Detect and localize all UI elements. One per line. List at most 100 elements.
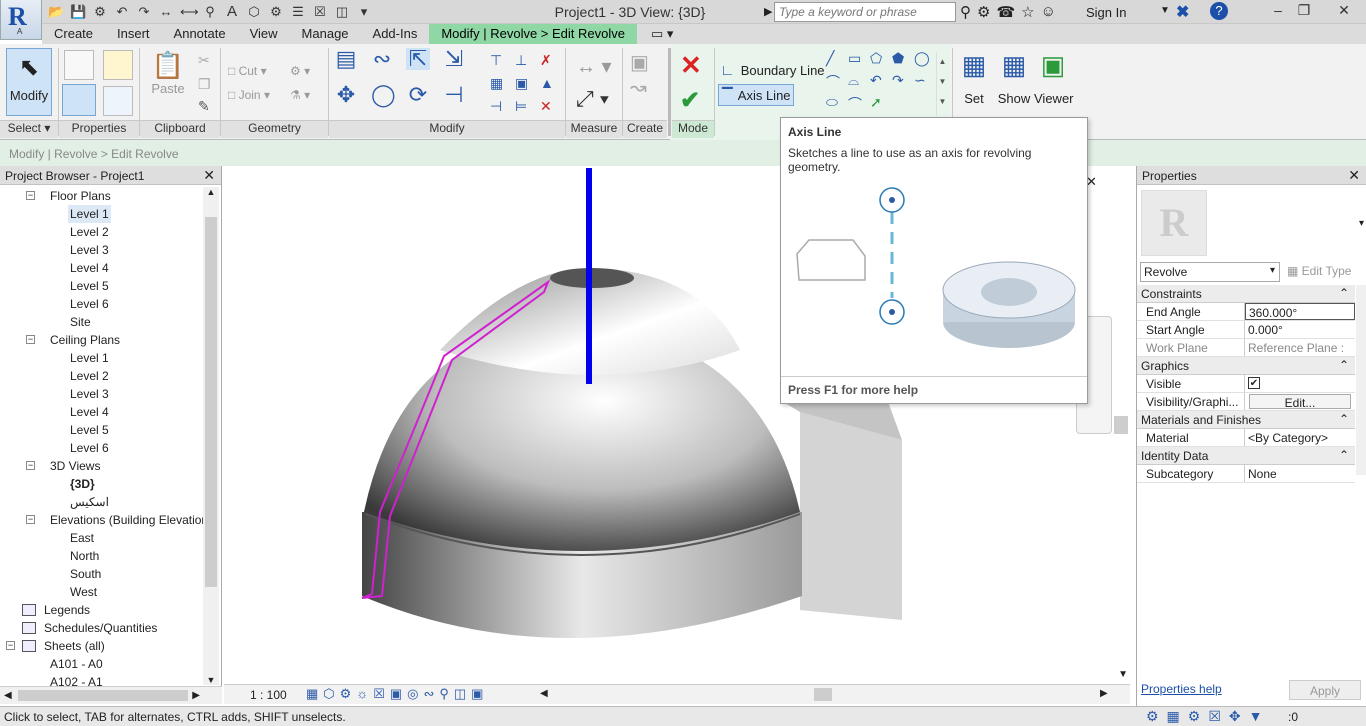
collapse-toggle-icon[interactable]: −: [6, 641, 15, 650]
align-icon[interactable]: ▤: [334, 48, 358, 70]
property-value[interactable]: 360.000°: [1245, 303, 1355, 320]
show-work-plane-button[interactable]: ▦ Show: [996, 50, 1032, 106]
rotate-icon[interactable]: ⟳: [406, 84, 430, 106]
split-with-gap-icon[interactable]: ⊥: [515, 52, 540, 75]
collapse-toggle-icon[interactable]: −: [26, 461, 35, 470]
tab-annotate[interactable]: Annotate: [162, 24, 238, 44]
fillet-arc-icon[interactable]: ↷: [892, 72, 914, 94]
chevron-down-icon[interactable]: ▾: [1359, 218, 1364, 229]
scroll-up-icon[interactable]: ▲: [203, 187, 219, 197]
circumscribed-polygon-icon[interactable]: ⬟: [892, 50, 914, 72]
collapse-icon[interactable]: ⌃: [1339, 286, 1349, 300]
apply-button[interactable]: Apply: [1289, 680, 1361, 700]
partial-ellipse-icon[interactable]: ⌒: [848, 94, 870, 116]
tab-view[interactable]: View: [238, 24, 290, 44]
delete-icon[interactable]: ✕: [540, 98, 565, 121]
cut-icon[interactable]: ✂: [198, 52, 210, 69]
sync-icon[interactable]: ⚙: [92, 4, 108, 20]
collapse-toggle-icon[interactable]: −: [26, 335, 35, 344]
tab-insert[interactable]: Insert: [105, 24, 162, 44]
redo-icon[interactable]: ↷: [136, 4, 152, 20]
type-properties-icon[interactable]: [64, 50, 94, 80]
property-group-header[interactable]: Materials and Finishes ⌃: [1137, 411, 1355, 429]
property-value[interactable]: ✔: [1245, 375, 1355, 392]
close-icon[interactable]: ✕: [1348, 167, 1360, 184]
sign-in-button[interactable]: Sign In: [1086, 5, 1126, 20]
tree-item[interactable]: {3D}: [0, 475, 203, 493]
property-group-header[interactable]: Identity Data ⌃: [1137, 447, 1355, 465]
property-value[interactable]: Reference Plane : ...: [1245, 339, 1355, 369]
tree-item[interactable]: South: [0, 565, 203, 583]
property-value[interactable]: None: [1245, 465, 1355, 482]
panel-select[interactable]: Select ▾: [0, 120, 58, 138]
copy-icon[interactable]: ❐: [198, 76, 211, 93]
dimension-icon[interactable]: ⟷: [180, 4, 199, 20]
hscroll-thumb[interactable]: [814, 688, 832, 701]
set-work-plane-button[interactable]: ▦ Set: [958, 50, 990, 106]
property-value[interactable]: <By Category>: [1245, 429, 1355, 446]
scroll-right-icon[interactable]: ▶: [1100, 688, 1108, 699]
scroll-left-icon[interactable]: ◀: [540, 688, 548, 699]
tree-item[interactable]: Level 1: [0, 205, 203, 223]
category-params-icon[interactable]: [103, 86, 133, 116]
boundary-line-button[interactable]: ∟ Boundary Line: [720, 60, 825, 80]
selection-options-icons[interactable]: ⚙▦⚙☒✥▼: [1146, 708, 1270, 725]
close-hidden-icon[interactable]: ☒: [312, 4, 328, 20]
view-scroll-thumb[interactable]: [1114, 416, 1128, 434]
tree-item[interactable]: − Ceiling Plans: [0, 331, 203, 349]
tree-item[interactable]: − Elevations (Building Elevation: [0, 511, 203, 529]
properties-scrollbar[interactable]: [1356, 285, 1366, 475]
trim-multiple-icon[interactable]: ⊣: [490, 98, 515, 121]
subscription-icon[interactable]: ⚙: [977, 3, 990, 21]
ribbon-toggle-icon[interactable]: ▭ ▾: [637, 24, 687, 44]
collapse-icon[interactable]: ⌃: [1339, 412, 1349, 426]
exchange-icon[interactable]: ✖: [1176, 2, 1189, 22]
tree-item[interactable]: Level 3: [0, 385, 203, 403]
tree-item[interactable]: A102 - A1: [0, 673, 203, 686]
communication-icon[interactable]: ☎: [996, 3, 1015, 21]
minimize-button[interactable]: –: [1264, 2, 1292, 20]
paste-button[interactable]: 📋 Paste: [150, 50, 186, 110]
undo-icon[interactable]: ↶: [114, 4, 130, 20]
scroll-down-icon[interactable]: ▼: [203, 675, 219, 685]
thin-lines-icon[interactable]: ☰: [290, 4, 306, 20]
tree-item[interactable]: − Sheets (all): [0, 637, 203, 655]
section-icon[interactable]: ⚙: [268, 4, 284, 20]
line-icon[interactable]: ╱: [826, 50, 848, 72]
application-menu-button[interactable]: RA: [0, 0, 42, 40]
scroll-down-icon[interactable]: ▼: [1118, 669, 1128, 680]
visible-checkbox[interactable]: ✔: [1248, 377, 1260, 389]
viewer-button[interactable]: ▣ Viewer: [1034, 50, 1074, 106]
tree-item[interactable]: Level 5: [0, 277, 203, 295]
tree-item[interactable]: Level 2: [0, 367, 203, 385]
center-arc-icon[interactable]: ⌓: [848, 72, 870, 94]
mirror-draw-axis-icon[interactable]: ⇲: [442, 48, 466, 70]
tree-item[interactable]: اسكيس: [0, 493, 203, 511]
3d-view-icon[interactable]: ⬡: [246, 4, 262, 20]
array-icon[interactable]: ▦: [490, 75, 515, 98]
tag-icon[interactable]: ⚲: [202, 4, 218, 20]
expand-icon[interactable]: ▶: [764, 5, 772, 18]
tree-item[interactable]: Level 6: [0, 439, 203, 457]
create-similar-icon[interactable]: ▣ ↝: [630, 50, 660, 110]
tree-item[interactable]: Level 5: [0, 421, 203, 439]
tree-item[interactable]: − Floor Plans: [0, 187, 203, 205]
finish-edit-mode-button[interactable]: ✔: [680, 86, 700, 115]
join-geometry-button[interactable]: □ Join ▾: [228, 88, 270, 102]
unpin-icon[interactable]: ✗: [540, 52, 565, 75]
copy-element-icon[interactable]: ◯: [370, 84, 396, 106]
cut-geometry-button[interactable]: □ Cut ▾: [228, 64, 267, 78]
measure-icon[interactable]: ↔: [158, 4, 174, 20]
switch-windows-icon[interactable]: ◫: [334, 4, 350, 20]
axis-line-button[interactable]: ▔ Axis Line: [718, 84, 794, 106]
mirror-pick-axis-icon[interactable]: ⇱: [406, 48, 430, 70]
binoculars-icon[interactable]: ⚲: [960, 3, 971, 21]
offset-icon[interactable]: ∾: [370, 48, 394, 70]
collapse-icon[interactable]: ⌃: [1339, 358, 1349, 372]
tree-item[interactable]: Schedules/Quantities: [0, 619, 203, 637]
scale-icon[interactable]: ▣: [515, 75, 540, 98]
open-icon[interactable]: 📂: [48, 4, 64, 20]
wall-joins-icon[interactable]: ⚙ ▾: [290, 64, 310, 78]
close-window-button[interactable]: ✕: [1330, 2, 1358, 20]
tree-item[interactable]: Level 6: [0, 295, 203, 313]
